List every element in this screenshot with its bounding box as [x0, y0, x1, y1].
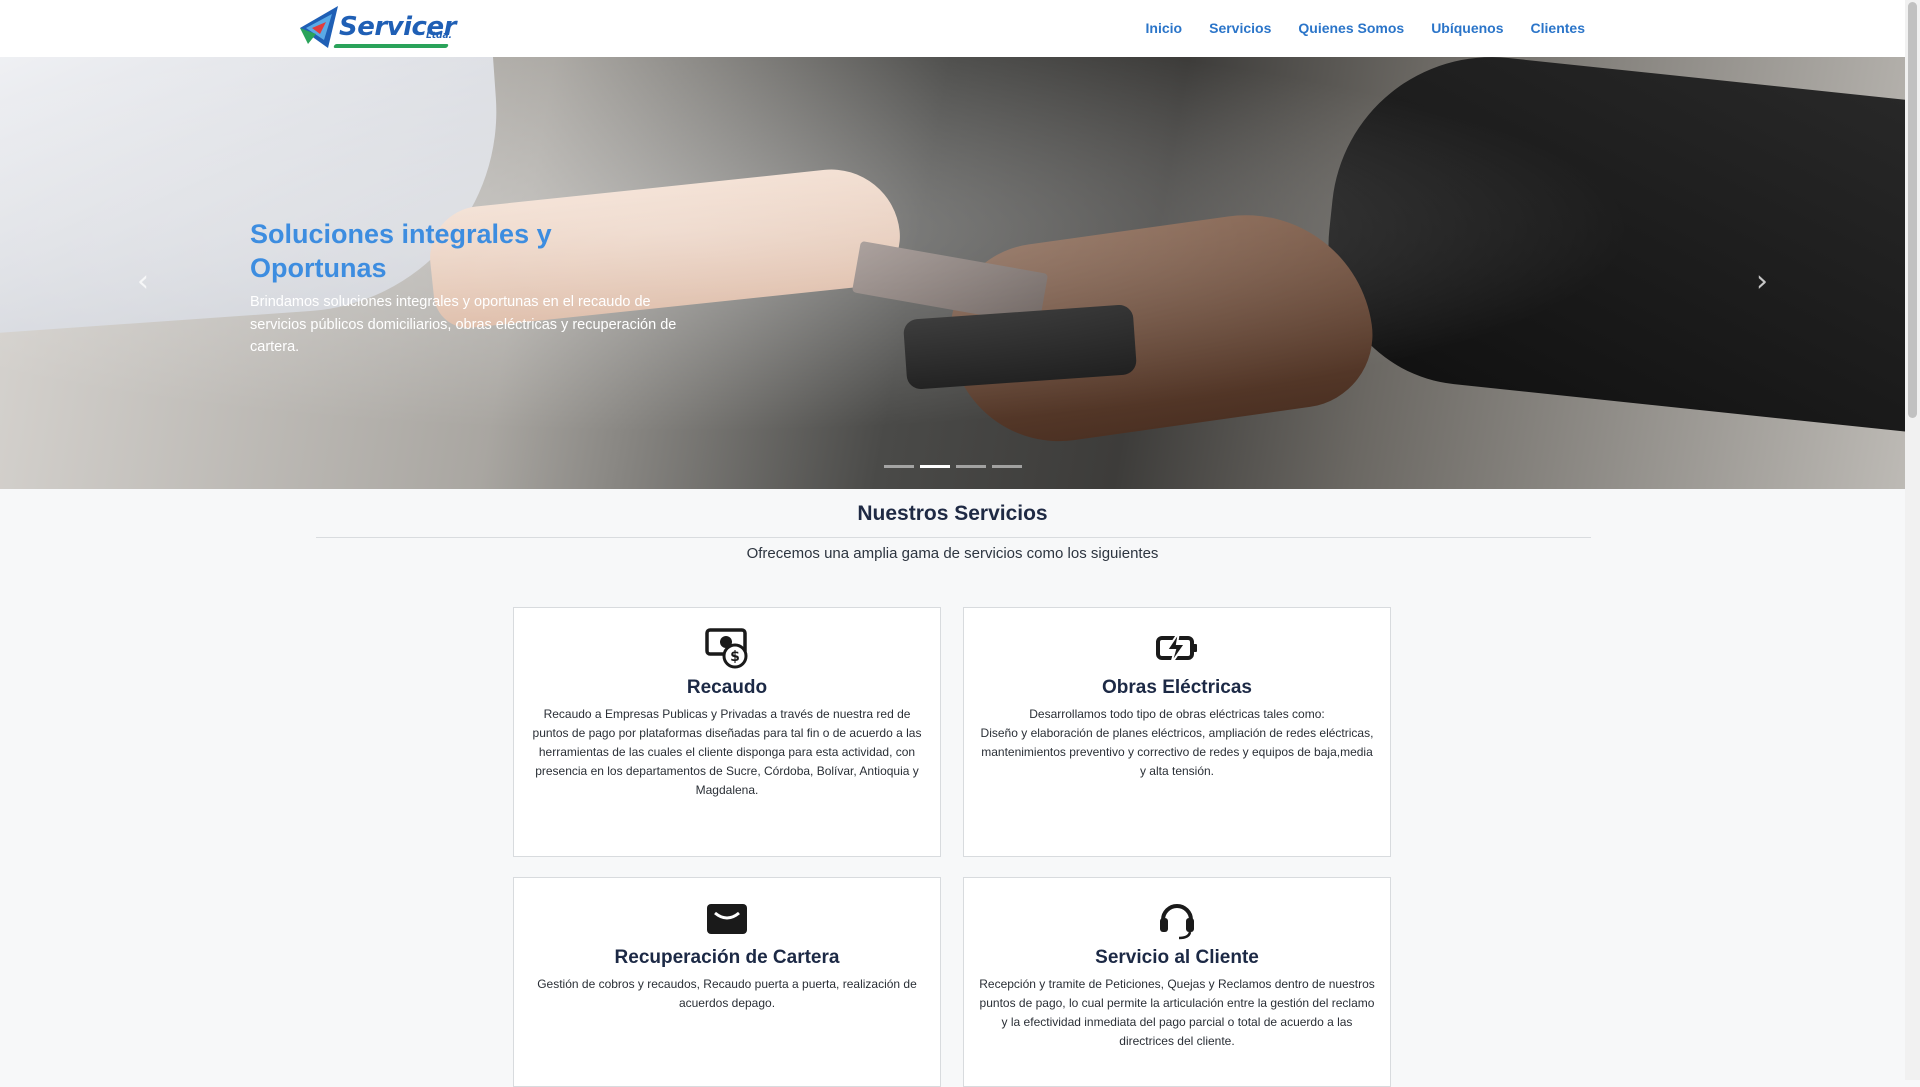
- servicer-logo[interactable]: Servicer Ltda.: [298, 4, 456, 52]
- service-card-recuperacion-cartera: Recuperación de Cartera Gestión de cobro…: [513, 877, 941, 1087]
- service-title-cartera: Recuperación de Cartera: [614, 947, 840, 968]
- service-title-obras: Obras Eléctricas: [1102, 677, 1252, 698]
- carousel-prev-button[interactable]: ‹: [128, 262, 158, 302]
- carousel-indicators: [884, 465, 1022, 468]
- nav-inicio[interactable]: Inicio: [1146, 19, 1183, 37]
- hero-caption: Soluciones integrales y Oportunas Brinda…: [250, 217, 680, 359]
- carousel-indicator-1[interactable]: [884, 465, 914, 468]
- chevron-right-icon: ›: [1756, 264, 1768, 299]
- hero-title: Soluciones integrales y Oportunas: [250, 219, 552, 283]
- service-card-recaudo: $ Recaudo Recaudo a Empresas Publicas y …: [513, 607, 941, 857]
- battery-charging-icon: [1156, 631, 1197, 665]
- service-text-obras-intro: Desarrollamos todo tipo de obras eléctri…: [1029, 707, 1325, 721]
- headset-icon: [1160, 904, 1194, 940]
- chevron-left-icon: ‹: [137, 264, 149, 299]
- hero-carousel: Soluciones integrales y Oportunas Brinda…: [0, 57, 1905, 489]
- services-title: Nuestros Servicios: [857, 502, 1048, 525]
- carousel-next-button[interactable]: ›: [1747, 262, 1777, 302]
- service-card-obras-electricas: Obras Eléctricas Desarrollamos todo tipo…: [963, 607, 1391, 857]
- service-title-cliente: Servicio al Cliente: [1095, 947, 1259, 968]
- carousel-indicator-3[interactable]: [956, 465, 986, 468]
- cash-coin-icon: $: [705, 628, 748, 669]
- service-text-cartera: Gestión de cobros y recaudos, Recaudo pu…: [537, 977, 917, 1010]
- service-text-obras: Desarrollamos todo tipo de obras eléctri…: [978, 705, 1376, 781]
- carousel-indicator-2[interactable]: [920, 465, 950, 468]
- hero-text: Brindamos soluciones integrales y oportu…: [250, 294, 677, 355]
- service-text-obras-detail: Diseño y elaboración de planes eléctrico…: [980, 726, 1374, 778]
- service-text-recaudo: Recaudo a Empresas Publicas y Privadas a…: [532, 707, 922, 797]
- site-header: Servicer Ltda. Inicio Servicios Quienes …: [0, 0, 1905, 58]
- page-scrollbar[interactable]: [1905, 0, 1920, 1080]
- nav-servicios[interactable]: Servicios: [1209, 19, 1271, 37]
- service-card-servicio-cliente: Servicio al Cliente Recepción y tramite …: [963, 877, 1391, 1087]
- logo-swoosh: [333, 44, 449, 48]
- wallet-icon: [707, 904, 747, 934]
- nav-quienes-somos[interactable]: Quienes Somos: [1298, 19, 1404, 37]
- service-text-cliente: Recepción y tramite de Peticiones, Queja…: [979, 977, 1375, 1048]
- nav-clientes[interactable]: Clientes: [1531, 19, 1585, 37]
- main-nav: Inicio Servicios Quienes Somos Ubíquenos…: [1119, 19, 1585, 37]
- services-subtitle: Ofrecemos una amplia gama de servicios c…: [746, 545, 1159, 562]
- nav-ubiquenos[interactable]: Ubíquenos: [1431, 19, 1503, 37]
- scrollbar-thumb[interactable]: [1908, 2, 1917, 418]
- svg-text:$: $: [730, 649, 740, 665]
- service-title-recaudo: Recaudo: [686, 677, 768, 698]
- carousel-indicator-4[interactable]: [992, 465, 1022, 468]
- services-divider: [316, 537, 1591, 538]
- logo-subtext: Ltda.: [426, 31, 452, 41]
